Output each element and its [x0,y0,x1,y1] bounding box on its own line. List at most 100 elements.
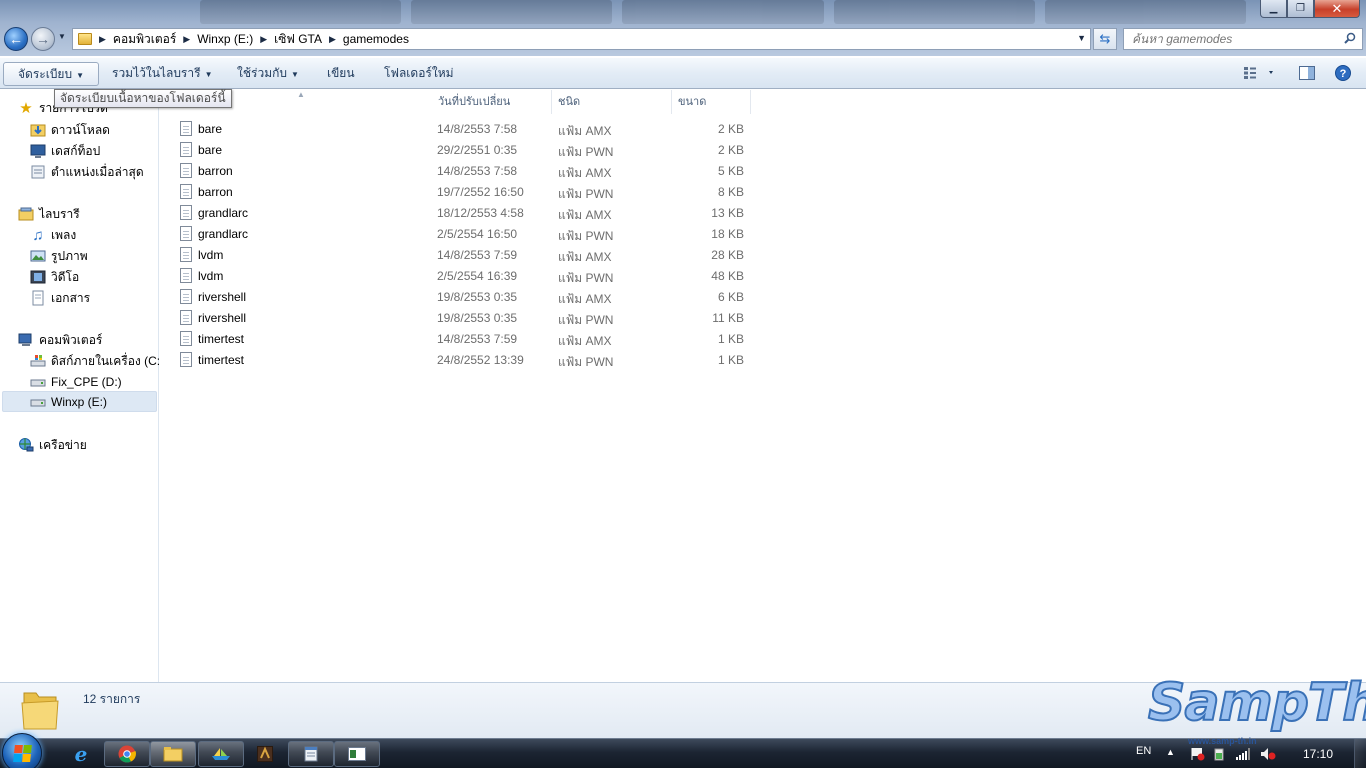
recent-pages-dropdown[interactable]: ▼ [58,32,66,41]
file-type: แฟ้ม AMX [558,166,612,180]
notepad-icon [304,746,318,762]
music-note-icon: ♫ [32,226,44,244]
volume-muted-icon[interactable] [1260,747,1276,761]
share-with-button[interactable]: ใช้ร่วมกับ ▼ [223,62,313,86]
boat-app-icon [212,748,230,760]
nav-drive-d[interactable]: Fix_CPE (D:) [30,372,122,392]
nav-documents[interactable]: เอกสาร [30,288,90,308]
nav-pictures[interactable]: รูปภาพ [30,246,88,266]
file-date: 2/5/2554 16:39 [437,269,518,283]
start-button[interactable] [2,733,42,768]
chrome-icon [118,745,136,763]
file-type: แฟ้ม AMX [558,208,612,222]
language-indicator[interactable]: EN [1136,745,1151,757]
breadcrumb-current[interactable]: gamemodes [343,32,409,46]
taskbar-app-game[interactable] [242,741,288,767]
address-dropdown-icon[interactable]: ▼ [1077,33,1086,43]
forward-button[interactable]: → [31,27,55,51]
file-date: 24/8/2552 13:39 [437,353,524,367]
network-icon [18,437,34,453]
internet-explorer-icon: e [74,742,88,766]
flag-notification-icon[interactable] [1190,747,1206,761]
search-input[interactable] [1124,29,1334,49]
show-hidden-icons-button[interactable]: ▲ [1166,747,1175,757]
minimize-button[interactable]: ▁ [1260,0,1287,18]
burn-button[interactable]: เขียน [313,62,369,86]
show-desktop-button[interactable] [1354,739,1366,768]
nav-desktop[interactable]: เดสก์ท็อป [30,141,100,161]
breadcrumb-computer[interactable]: คอมพิวเตอร์ [113,30,176,49]
refresh-button[interactable]: ⇆ [1093,28,1117,50]
nav-libraries[interactable]: ไลบรารี [18,204,80,224]
maximize-button[interactable]: ❐ [1287,0,1314,18]
file-row[interactable]: rivershell 19/8/2553 0:35 แฟ้ม AMX 6 KB [177,287,751,308]
hard-drive-icon [30,394,46,410]
windows-drive-icon [30,353,46,369]
nav-drive-e-label: Winxp (E:) [51,394,108,409]
preview-pane-icon[interactable] [1299,66,1315,80]
watermark-logo: SampTh [1147,672,1366,734]
organize-label: จัดระเบียบ [18,67,73,81]
file-row[interactable]: grandlarc 18/12/2553 4:58 แฟ้ม AMX 13 KB [177,203,751,224]
nav-music[interactable]: ♫ เพลง [30,225,76,245]
breadcrumb-separator-icon[interactable]: ▶ [183,34,190,45]
file-date: 14/8/2553 7:59 [437,248,518,262]
file-row[interactable]: timertest 14/8/2553 7:59 แฟ้ม AMX 1 KB [177,329,751,350]
taskbar-app-window[interactable] [334,741,380,767]
chevron-down-icon: ▼ [76,71,85,80]
taskbar-chrome[interactable] [104,741,150,767]
back-button[interactable]: ← [4,27,28,51]
search-box[interactable] [1123,28,1363,50]
nav-videos[interactable]: วิดีโอ [30,267,79,287]
nav-computer[interactable]: คอมพิวเตอร์ [18,330,102,350]
nav-music-label: เพลง [51,227,77,242]
forward-arrow-icon: → [36,31,50,47]
nav-drive-c[interactable]: ดิสก์ภายในเครื่อง (C:) [30,351,164,371]
breadcrumb-drive[interactable]: Winxp (E:) [197,32,253,46]
file-row[interactable]: lvdm 2/5/2554 16:39 แฟ้ม PWN 48 KB [177,266,751,287]
file-row[interactable]: rivershell 19/8/2553 0:35 แฟ้ม PWN 11 KB [177,308,751,329]
help-icon[interactable]: ? [1335,65,1351,81]
file-row[interactable]: lvdm 14/8/2553 7:59 แฟ้ม AMX 28 KB [177,245,751,266]
breadcrumb-folder[interactable]: เซิฟ GTA [274,30,322,49]
window-controls: ▁ ❐ ✕ [1260,0,1360,18]
desktop-icon [30,143,46,159]
taskbar-explorer[interactable] [150,741,196,767]
breadcrumb-separator-icon[interactable]: ▶ [329,34,336,45]
new-folder-button[interactable]: โฟลเดอร์ใหม่ [370,62,468,86]
file-size: 28 KB [711,248,744,262]
file-row[interactable]: bare 29/2/2551 0:35 แฟ้ม PWN 2 KB [177,140,751,161]
file-row[interactable]: grandlarc 2/5/2554 16:50 แฟ้ม PWN 18 KB [177,224,751,245]
taskbar-app-boat[interactable] [198,741,244,767]
nav-recent-places[interactable]: ตำแหน่งเมื่อล่าสุด [30,162,144,182]
change-view-icon[interactable] [1243,66,1273,80]
include-library-label: รวมไว้ในไลบรารี [112,66,201,80]
nav-downloads[interactable]: ดาวน์โหลด [30,120,110,140]
network-signal-icon[interactable] [1236,748,1250,760]
column-header-size[interactable]: ขนาด [672,90,751,114]
file-name: rivershell [198,311,247,325]
clock[interactable]: 17:10 [1303,747,1333,761]
address-bar[interactable]: ▶ คอมพิวเตอร์ ▶ Winxp (E:) ▶ เซิฟ GTA ▶ … [72,28,1091,50]
nav-network[interactable]: เครือข่าย [18,435,87,455]
nav-drive-e[interactable]: Winxp (E:) [2,391,157,412]
taskbar-app-notepad[interactable] [288,741,334,767]
breadcrumb-separator-icon[interactable]: ▶ [260,34,267,45]
column-header-type[interactable]: ชนิด [552,90,672,114]
file-row[interactable]: bare 14/8/2553 7:58 แฟ้ม AMX 2 KB [177,119,751,140]
close-button[interactable]: ✕ [1314,0,1360,18]
file-row[interactable]: timertest 24/8/2552 13:39 แฟ้ม PWN 1 KB [177,350,751,371]
include-library-button[interactable]: รวมไว้ในไลบรารี ▼ [98,62,227,86]
file-date: 18/12/2553 4:58 [437,206,524,220]
taskbar-ie[interactable]: e [58,741,104,767]
power-icon[interactable] [1212,747,1226,761]
file-name: rivershell [198,290,247,304]
file-icon [180,205,192,220]
search-icon[interactable] [1344,32,1356,44]
breadcrumb-separator-icon[interactable]: ▶ [99,34,106,45]
watermark-url: www.samp-th.in [1188,736,1257,746]
file-row[interactable]: barron 14/8/2553 7:58 แฟ้ม AMX 5 KB [177,161,751,182]
file-row[interactable]: barron 19/7/2552 16:50 แฟ้ม PWN 8 KB [177,182,751,203]
column-header-date[interactable]: วันที่ปรับเปลี่ยน [432,90,552,114]
organize-button[interactable]: จัดระเบียบ ▼ [3,62,100,86]
